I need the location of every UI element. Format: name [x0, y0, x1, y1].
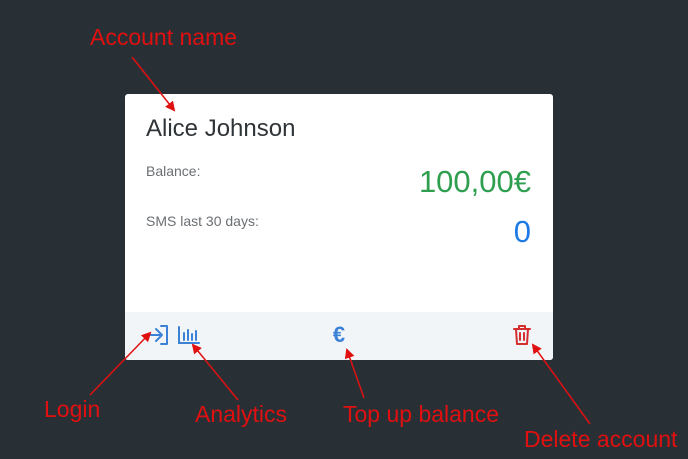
- trash-icon: [512, 324, 532, 346]
- annotation-analytics: Analytics: [195, 401, 288, 427]
- account-card: Alice Johnson Balance: 100,00€ SMS last …: [125, 94, 553, 360]
- bar-chart-icon: [177, 325, 201, 345]
- login-button[interactable]: [145, 322, 171, 348]
- delete-account-button[interactable]: [509, 322, 535, 348]
- euro-icon: €: [332, 322, 346, 347]
- account-name: Alice Johnson: [146, 115, 296, 142]
- balance-label: Balance:: [146, 163, 201, 179]
- annotation-account-name: Account name: [90, 24, 238, 50]
- login-icon: [146, 324, 170, 346]
- card-footer: €: [125, 312, 553, 360]
- sms-label: SMS last 30 days:: [146, 213, 259, 229]
- analytics-button[interactable]: [176, 322, 202, 348]
- annotation-delete: Delete account: [524, 426, 678, 452]
- annotation-login: Login: [44, 396, 101, 422]
- annotation-top-up: Top up balance: [343, 401, 500, 427]
- top-up-balance-button[interactable]: €: [326, 322, 352, 348]
- sms-value: 0: [513, 214, 531, 249]
- balance-value: 100,00€: [418, 164, 531, 199]
